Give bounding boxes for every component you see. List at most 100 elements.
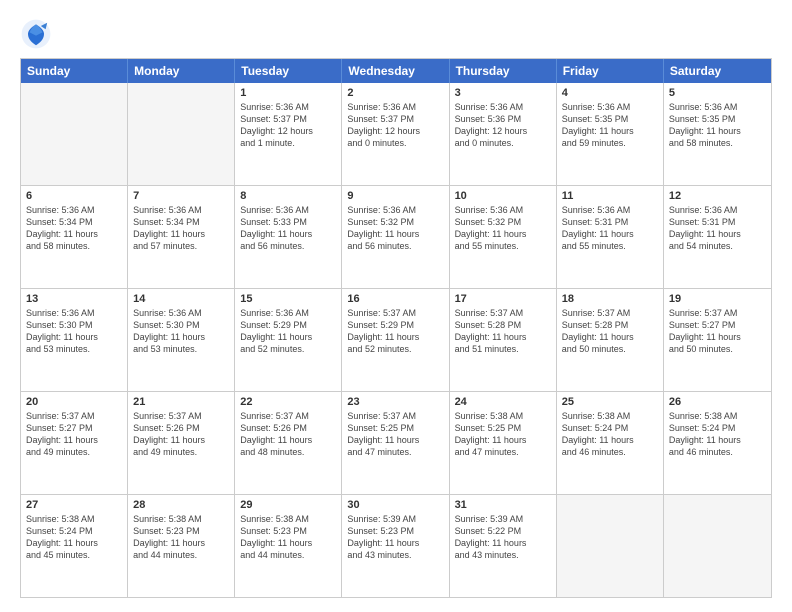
day-number: 31 (455, 499, 551, 511)
day-info: Sunrise: 5:36 AM Sunset: 5:36 PM Dayligh… (455, 101, 551, 150)
calendar-cell-31: 31 Sunrise: 5:39 AM Sunset: 5:22 PM Dayli… (450, 495, 557, 597)
calendar-cell-30: 30 Sunrise: 5:39 AM Sunset: 5:23 PM Dayli… (342, 495, 449, 597)
day-number: 22 (240, 396, 336, 408)
day-number: 18 (562, 293, 658, 305)
calendar-cell-12: 12 Sunrise: 5:36 AM Sunset: 5:31 PM Dayli… (664, 186, 771, 288)
day-info: Sunrise: 5:37 AM Sunset: 5:29 PM Dayligh… (347, 307, 443, 356)
calendar-cell-6: 6 Sunrise: 5:36 AM Sunset: 5:34 PM Daylig… (21, 186, 128, 288)
calendar-cell-25: 25 Sunrise: 5:38 AM Sunset: 5:24 PM Dayli… (557, 392, 664, 494)
day-number: 25 (562, 396, 658, 408)
calendar-cell-19: 19 Sunrise: 5:37 AM Sunset: 5:27 PM Dayli… (664, 289, 771, 391)
day-number: 27 (26, 499, 122, 511)
calendar-cell-1: 1Sunrise: 5:36 AM Sunset: 5:37 PM Daylig… (235, 83, 342, 185)
calendar-cell-empty (128, 83, 235, 185)
calendar-cell-18: 18 Sunrise: 5:37 AM Sunset: 5:28 PM Dayli… (557, 289, 664, 391)
calendar-cell-7: 7 Sunrise: 5:36 AM Sunset: 5:34 PM Daylig… (128, 186, 235, 288)
calendar-cell-15: 15Sunrise: 5:36 AM Sunset: 5:29 PM Dayli… (235, 289, 342, 391)
calendar-row-1: 6 Sunrise: 5:36 AM Sunset: 5:34 PM Daylig… (21, 185, 771, 288)
calendar-header-saturday: Saturday (664, 59, 771, 83)
calendar-cell-21: 21 Sunrise: 5:37 AM Sunset: 5:26 PM Dayli… (128, 392, 235, 494)
calendar-cell-10: 10Sunrise: 5:36 AM Sunset: 5:32 PM Dayli… (450, 186, 557, 288)
calendar: SundayMondayTuesdayWednesdayThursdayFrid… (20, 58, 772, 598)
day-number: 4 (562, 87, 658, 99)
calendar-header-sunday: Sunday (21, 59, 128, 83)
calendar-cell-28: 28 Sunrise: 5:38 AM Sunset: 5:23 PM Dayli… (128, 495, 235, 597)
calendar-cell-empty (21, 83, 128, 185)
day-info: Sunrise: 5:37 AM Sunset: 5:27 PM Dayligh… (26, 410, 122, 459)
day-number: 19 (669, 293, 766, 305)
day-info: Sunrise: 5:39 AM Sunset: 5:22 PM Dayligh… (455, 513, 551, 562)
day-info: Sunrise: 5:37 AM Sunset: 5:26 PM Dayligh… (133, 410, 229, 459)
day-info: Sunrise: 5:38 AM Sunset: 5:24 PM Dayligh… (669, 410, 766, 459)
day-info: Sunrise: 5:37 AM Sunset: 5:27 PM Dayligh… (669, 307, 766, 356)
day-info: Sunrise: 5:36 AM Sunset: 5:30 PM Dayligh… (133, 307, 229, 356)
day-number: 5 (669, 87, 766, 99)
day-number: 24 (455, 396, 551, 408)
day-info: Sunrise: 5:36 AM Sunset: 5:32 PM Dayligh… (455, 204, 551, 253)
day-info: Sunrise: 5:37 AM Sunset: 5:25 PM Dayligh… (347, 410, 443, 459)
day-number: 20 (26, 396, 122, 408)
day-number: 17 (455, 293, 551, 305)
logo-icon (20, 18, 52, 50)
calendar-row-4: 27 Sunrise: 5:38 AM Sunset: 5:24 PM Dayli… (21, 494, 771, 597)
day-info: Sunrise: 5:38 AM Sunset: 5:23 PM Dayligh… (240, 513, 336, 562)
day-info: Sunrise: 5:36 AM Sunset: 5:31 PM Dayligh… (562, 204, 658, 253)
day-info: Sunrise: 5:38 AM Sunset: 5:24 PM Dayligh… (562, 410, 658, 459)
day-number: 2 (347, 87, 443, 99)
calendar-cell-5: 5 Sunrise: 5:36 AM Sunset: 5:35 PM Daylig… (664, 83, 771, 185)
calendar-cell-20: 20 Sunrise: 5:37 AM Sunset: 5:27 PM Dayli… (21, 392, 128, 494)
calendar-cell-11: 11 Sunrise: 5:36 AM Sunset: 5:31 PM Dayli… (557, 186, 664, 288)
calendar-header-friday: Friday (557, 59, 664, 83)
calendar-cell-16: 16 Sunrise: 5:37 AM Sunset: 5:29 PM Dayli… (342, 289, 449, 391)
calendar-cell-14: 14 Sunrise: 5:36 AM Sunset: 5:30 PM Dayli… (128, 289, 235, 391)
calendar-cell-27: 27 Sunrise: 5:38 AM Sunset: 5:24 PM Dayli… (21, 495, 128, 597)
day-number: 23 (347, 396, 443, 408)
day-number: 3 (455, 87, 551, 99)
day-info: Sunrise: 5:38 AM Sunset: 5:24 PM Dayligh… (26, 513, 122, 562)
day-number: 14 (133, 293, 229, 305)
calendar-cell-empty (557, 495, 664, 597)
day-number: 1 (240, 87, 336, 99)
calendar-cell-24: 24Sunrise: 5:38 AM Sunset: 5:25 PM Dayli… (450, 392, 557, 494)
calendar-cell-3: 3 Sunrise: 5:36 AM Sunset: 5:36 PM Daylig… (450, 83, 557, 185)
day-info: Sunrise: 5:36 AM Sunset: 5:33 PM Dayligh… (240, 204, 336, 253)
day-number: 8 (240, 190, 336, 202)
calendar-cell-empty (664, 495, 771, 597)
calendar-cell-26: 26 Sunrise: 5:38 AM Sunset: 5:24 PM Dayli… (664, 392, 771, 494)
calendar-row-0: 1 Sunrise: 5:36 AM Sunset: 5:37 PM Daylig… (21, 83, 771, 185)
calendar-cell-9: 9Sunrise: 5:36 AM Sunset: 5:32 PM Daylig… (342, 186, 449, 288)
calendar-body: 1 Sunrise: 5:36 AM Sunset: 5:37 PM Daylig… (21, 83, 771, 597)
logo (20, 18, 58, 50)
calendar-cell-2: 2 Sunrise: 5:36 AM Sunset: 5:37 PM Daylig… (342, 83, 449, 185)
day-info: Sunrise: 5:36 AM Sunset: 5:35 PM Dayligh… (669, 101, 766, 150)
calendar-header-wednesday: Wednesday (342, 59, 449, 83)
day-number: 12 (669, 190, 766, 202)
day-number: 11 (562, 190, 658, 202)
day-number: 28 (133, 499, 229, 511)
calendar-row-3: 20 Sunrise: 5:37 AM Sunset: 5:27 PM Dayli… (21, 391, 771, 494)
day-number: 13 (26, 293, 122, 305)
day-number: 21 (133, 396, 229, 408)
day-info: Sunrise: 5:36 AM Sunset: 5:34 PM Dayligh… (133, 204, 229, 253)
day-number: 16 (347, 293, 443, 305)
day-info: Sunrise: 5:36 AM Sunset: 5:34 PM Dayligh… (26, 204, 122, 253)
day-info: Sunrise: 5:38 AM Sunset: 5:23 PM Dayligh… (133, 513, 229, 562)
day-info: Sunrise: 5:36 AM Sunset: 5:37 PM Dayligh… (347, 101, 443, 150)
day-info: Sunrise: 5:37 AM Sunset: 5:28 PM Dayligh… (562, 307, 658, 356)
day-number: 7 (133, 190, 229, 202)
calendar-header-tuesday: Tuesday (235, 59, 342, 83)
day-info: Sunrise: 5:36 AM Sunset: 5:29 PM Dayligh… (240, 307, 336, 356)
day-number: 6 (26, 190, 122, 202)
day-number: 26 (669, 396, 766, 408)
day-info: Sunrise: 5:36 AM Sunset: 5:31 PM Dayligh… (669, 204, 766, 253)
day-number: 30 (347, 499, 443, 511)
calendar-cell-29: 29Sunrise: 5:38 AM Sunset: 5:23 PM Dayli… (235, 495, 342, 597)
day-info: Sunrise: 5:37 AM Sunset: 5:26 PM Dayligh… (240, 410, 336, 459)
calendar-header-thursday: Thursday (450, 59, 557, 83)
day-info: Sunrise: 5:39 AM Sunset: 5:23 PM Dayligh… (347, 513, 443, 562)
day-number: 9 (347, 190, 443, 202)
calendar-row-2: 13 Sunrise: 5:36 AM Sunset: 5:30 PM Dayli… (21, 288, 771, 391)
day-info: Sunrise: 5:36 AM Sunset: 5:35 PM Dayligh… (562, 101, 658, 150)
header (20, 18, 772, 50)
calendar-cell-17: 17Sunrise: 5:37 AM Sunset: 5:28 PM Dayli… (450, 289, 557, 391)
